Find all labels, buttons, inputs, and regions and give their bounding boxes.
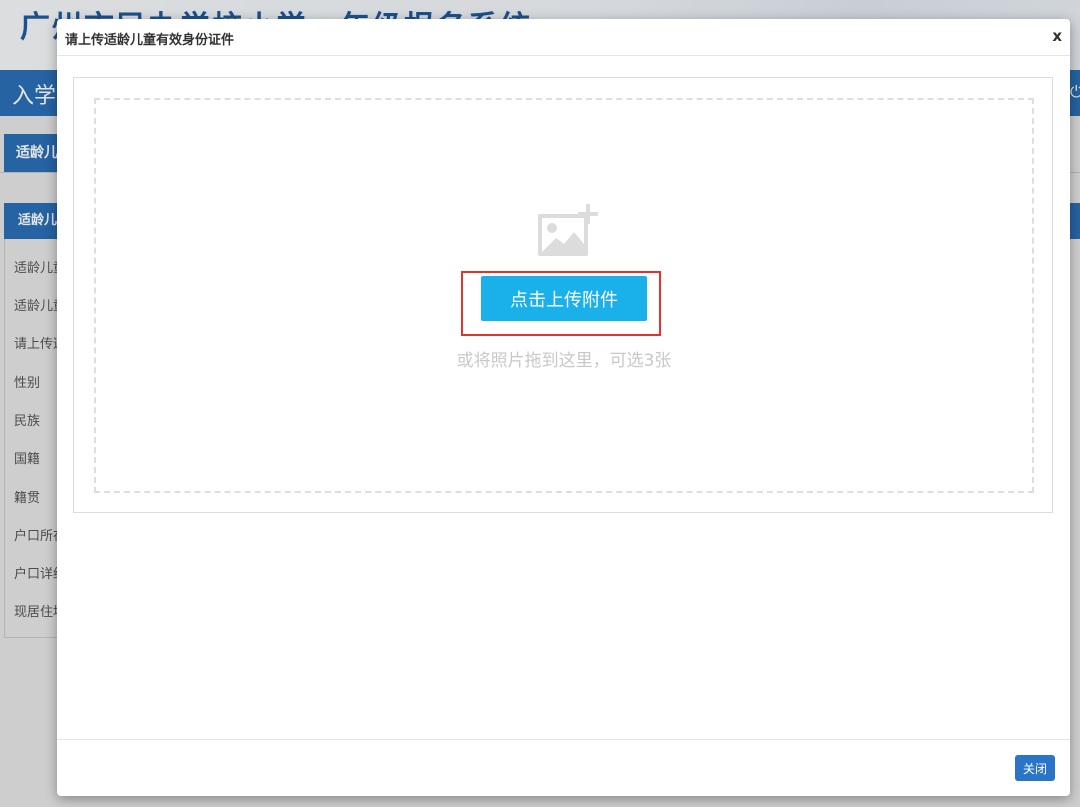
modal-header: 请上传适龄儿童有效身份证件 x [57,19,1070,56]
modal-footer: 关闭 [57,739,1070,797]
upload-attachment-button[interactable]: 点击上传附件 [481,276,647,321]
modal-title: 请上传适龄儿童有效身份证件 [65,33,235,48]
upload-id-modal: 请上传适龄儿童有效身份证件 x 点击上传附件 或将照片拖到这里，可选3张 关闭 [57,19,1070,796]
file-dropzone[interactable]: 点击上传附件 或将照片拖到这里，可选3张 [94,98,1034,493]
image-add-icon [538,204,598,256]
close-button[interactable]: 关闭 [1015,755,1055,781]
drag-hint-text: 或将照片拖到这里，可选3张 [456,351,672,371]
close-icon[interactable]: x [1052,27,1062,45]
upload-panel: 点击上传附件 或将照片拖到这里，可选3张 [73,77,1053,513]
